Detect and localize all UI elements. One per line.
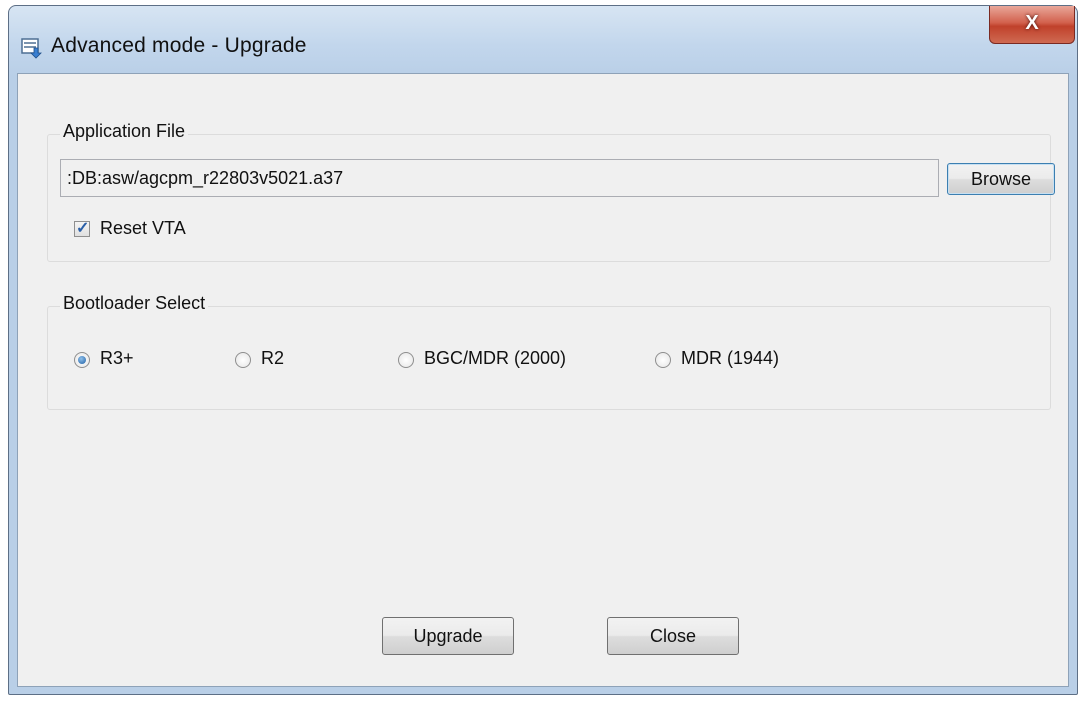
radio-bgc-mdr-2000-label: BGC/MDR (2000) xyxy=(424,348,567,368)
radio-r3plus-label: R3+ xyxy=(100,348,134,368)
close-icon: X xyxy=(1025,12,1039,34)
window-title: Advanced mode - Upgrade xyxy=(51,34,307,57)
reset-vta-checkbox[interactable]: ✓ xyxy=(74,220,90,237)
radio-r3plus[interactable] xyxy=(74,352,90,368)
upgrade-button[interactable]: Upgrade xyxy=(382,617,514,655)
bootloader-select-group: Bootloader Select R3+ R2 BGC/MDR (2000) … xyxy=(47,293,1051,410)
close-button[interactable]: Close xyxy=(607,617,739,655)
browse-button[interactable]: Browse xyxy=(947,163,1055,195)
radio-mdr-1944-label: MDR (1944) xyxy=(681,348,780,368)
bootloader-select-group-label: Bootloader Select xyxy=(60,293,209,314)
application-file-group-label: Application File xyxy=(60,121,189,142)
upgrade-window-icon xyxy=(21,38,42,59)
radio-r2-label: R2 xyxy=(261,348,285,368)
radio-bgc-mdr-2000[interactable] xyxy=(398,352,414,368)
radio-r2[interactable] xyxy=(235,352,251,368)
dialog-client-area: Application File :DB:asw/agcpm_r22803v50… xyxy=(17,73,1069,687)
application-file-path-field[interactable]: :DB:asw/agcpm_r22803v5021.a37 xyxy=(60,159,939,197)
window-close-button[interactable]: X xyxy=(989,6,1075,44)
reset-vta-label: Reset VTA xyxy=(100,218,186,238)
dialog-window: Advanced mode - Upgrade X Application Fi… xyxy=(8,5,1078,695)
radio-mdr-1944[interactable] xyxy=(655,352,671,368)
checkmark-icon: ✓ xyxy=(76,220,90,237)
application-file-group: Application File :DB:asw/agcpm_r22803v50… xyxy=(47,121,1055,262)
title-bar[interactable]: Advanced mode - Upgrade X xyxy=(9,6,1077,78)
